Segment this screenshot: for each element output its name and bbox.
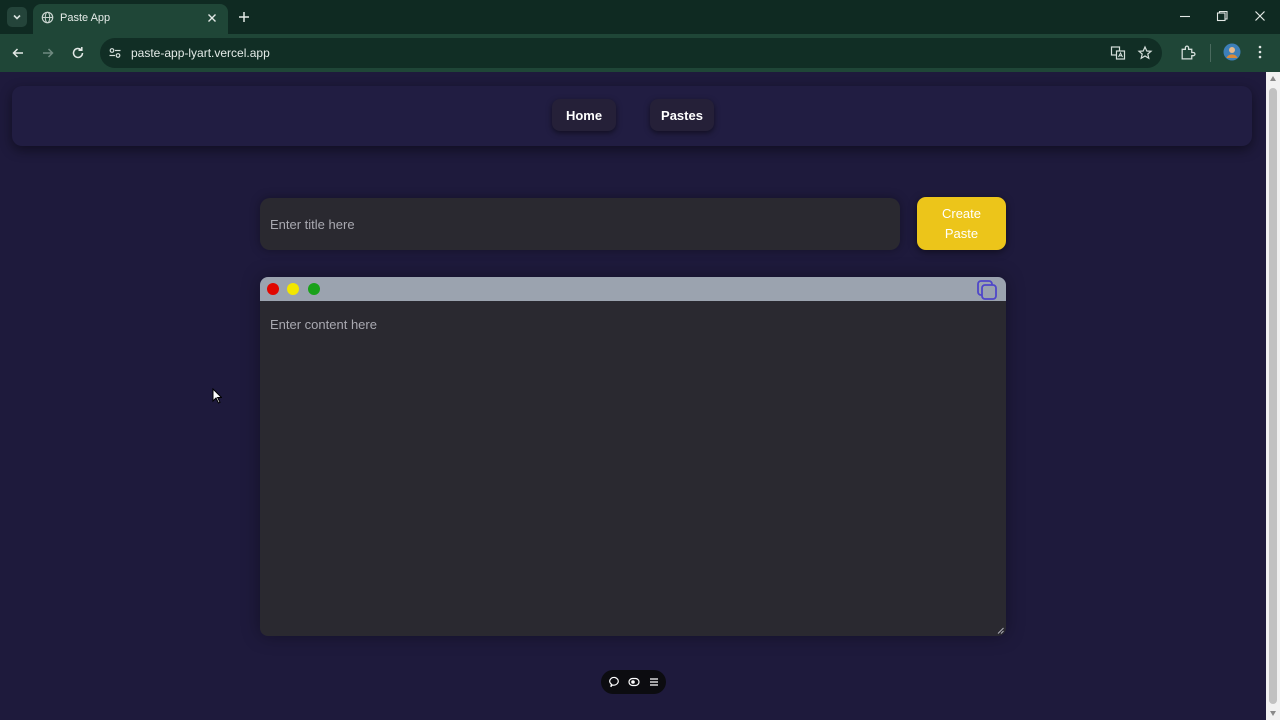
browser-tab-active[interactable]: Paste App [33, 4, 228, 34]
close-tab-icon[interactable] [204, 10, 220, 26]
scrollbar-thumb[interactable] [1269, 88, 1277, 704]
content-textarea[interactable] [260, 301, 1006, 636]
reload-icon[interactable] [70, 45, 86, 61]
title-input[interactable] [260, 198, 900, 250]
green-dot-icon [308, 283, 320, 295]
red-dot-icon [267, 283, 279, 295]
site-settings-icon[interactable] [108, 46, 122, 60]
scroll-down-arrow-icon[interactable] [1270, 711, 1276, 716]
extensions-icon[interactable] [1179, 44, 1196, 61]
browser-tab-strip: Paste App [0, 0, 1280, 34]
mouse-cursor-icon [212, 388, 222, 404]
create-paste-button[interactable]: Create Paste [917, 197, 1006, 250]
tab-title: Paste App [60, 12, 111, 24]
yellow-dot-icon [287, 283, 299, 295]
eye-icon[interactable] [628, 676, 640, 688]
minimize-icon[interactable] [1178, 9, 1192, 23]
new-tab-icon[interactable] [235, 8, 253, 26]
address-bar[interactable]: paste-app-lyart.vercel.app [100, 38, 1162, 68]
comment-icon[interactable] [609, 676, 621, 688]
nav-link-pastes[interactable]: Pastes [650, 99, 714, 131]
create-paste-label: Create Paste [941, 205, 982, 241]
close-window-icon[interactable] [1253, 9, 1267, 23]
resize-grip-icon[interactable] [997, 627, 1004, 634]
nav-link-home[interactable]: Home [552, 99, 616, 131]
floating-toolbar [601, 670, 666, 694]
back-icon[interactable] [10, 45, 26, 61]
browser-toolbar: paste-app-lyart.vercel.app [0, 34, 1280, 72]
copy-icon[interactable] [976, 279, 998, 301]
menu-icon[interactable] [648, 676, 660, 688]
forward-icon[interactable] [40, 45, 56, 61]
url-text: paste-app-lyart.vercel.app [131, 46, 270, 60]
editor-title-bar [260, 277, 1006, 301]
chevron-down-icon [13, 14, 21, 20]
globe-icon [41, 11, 54, 24]
translate-icon[interactable] [1110, 45, 1126, 61]
scroll-up-arrow-icon[interactable] [1270, 76, 1276, 81]
page-scrollbar[interactable] [1266, 72, 1280, 720]
tab-list-button[interactable] [7, 7, 27, 27]
app-navbar: Home Pastes [12, 86, 1252, 146]
browser-menu-icon[interactable] [1252, 44, 1268, 60]
restore-icon[interactable] [1215, 9, 1229, 23]
bookmark-star-icon[interactable] [1137, 45, 1153, 61]
page-viewport: Home Pastes Create Paste [0, 72, 1266, 720]
profile-avatar-icon[interactable] [1223, 43, 1241, 61]
paste-editor [260, 277, 1006, 636]
toolbar-divider [1210, 44, 1211, 62]
